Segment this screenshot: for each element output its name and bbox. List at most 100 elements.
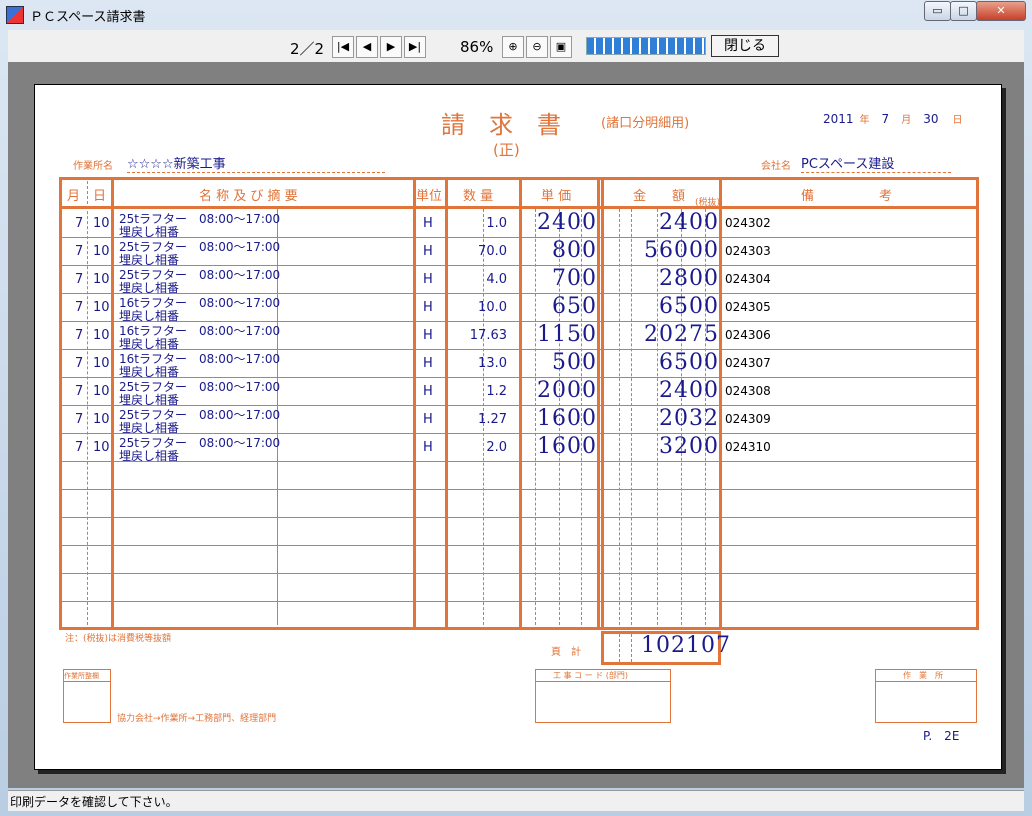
row-unit-price: 2000 — [537, 378, 597, 403]
row-day: 10 — [93, 412, 110, 427]
header-amount: 金 額 — [633, 189, 686, 204]
row-note: 024302 — [725, 216, 771, 230]
row-unit: H — [423, 440, 433, 455]
header-unit-price: 単 価 — [541, 189, 572, 204]
row-note: 024306 — [725, 328, 771, 342]
row-amount: 2400 — [659, 210, 719, 235]
row-unit: H — [423, 412, 433, 427]
company-name: PCスペース建設 — [801, 153, 951, 173]
first-page-button[interactable]: |◀ — [332, 36, 354, 58]
invoice-title-note: (諸口分明細用) — [601, 116, 690, 131]
status-text: 印刷データを確認して下さい。 — [10, 795, 178, 809]
row-note: 024307 — [725, 356, 771, 370]
header-unit: 単位 — [416, 189, 443, 204]
invoice-page: 請 求 書 (正) (諸口分明細用) 2011 年 7 月 30 日 作業所名 ☆☆☆☆新… — [34, 84, 1002, 770]
row-quantity: 10.0 — [478, 300, 507, 315]
row-amount: 6500 — [659, 350, 719, 375]
row-unit: H — [423, 384, 433, 399]
zoom-level: 86% — [460, 38, 494, 56]
row-unit: H — [423, 272, 433, 287]
row-day: 10 — [93, 272, 110, 287]
row-day: 10 — [93, 384, 110, 399]
footnote: 注：(税抜)は消費税等抜額 — [65, 634, 172, 644]
page-total-value: 102107 — [641, 633, 731, 658]
row-note: 024303 — [725, 244, 771, 258]
row-unit-price: 1600 — [537, 434, 597, 459]
window: ＰＣスペース請求書 ▭ □ ✕ 2／2 |◀ ◀ ▶ ▶| 86% ⊕ ⊖ ▣ … — [0, 0, 1032, 816]
row-unit-price: 1600 — [537, 406, 597, 431]
app-icon — [6, 6, 24, 24]
site-label: 作業所名 — [73, 161, 113, 172]
close-preview-button[interactable]: 閉じる — [711, 35, 779, 57]
row-unit: H — [423, 216, 433, 231]
header-month: 月 — [67, 189, 81, 204]
save-icon[interactable]: ▣ — [550, 36, 572, 58]
row-note: 024309 — [725, 412, 771, 426]
page-number: P. 2E — [923, 729, 960, 743]
row-day: 10 — [93, 300, 110, 315]
header-description: 名 称 及 び 摘 要 — [199, 189, 298, 204]
minimize-button[interactable]: ▭ — [924, 1, 951, 21]
row-day: 10 — [93, 244, 110, 259]
row-unit: H — [423, 300, 433, 315]
page-indicator: 2／2 — [290, 40, 325, 58]
title-bar: ＰＣスペース請求書 ▭ □ ✕ — [0, 0, 1032, 28]
row-quantity: 13.0 — [478, 356, 507, 371]
row-unit: H — [423, 356, 433, 371]
row-amount: 20275 — [644, 322, 719, 347]
row-quantity: 1.0 — [486, 216, 507, 231]
row-amount: 2800 — [659, 266, 719, 291]
row-desc-line2: 埋戻し相番 — [119, 449, 180, 463]
stamp-label: 作業所整欄 — [64, 672, 99, 680]
header-day: 日 — [93, 189, 107, 204]
row-unit-price: 500 — [552, 350, 597, 375]
toolbar: 2／2 |◀ ◀ ▶ ▶| 86% ⊕ ⊖ ▣ 閉じる — [8, 30, 1024, 62]
row-note: 024308 — [725, 384, 771, 398]
row-unit: H — [423, 328, 433, 343]
invoice-title: 請 求 書 — [441, 111, 561, 139]
header-tax-excluded: (税抜) — [695, 198, 721, 208]
row-month: 7 — [75, 300, 84, 315]
last-page-button[interactable]: ▶| — [404, 36, 426, 58]
zoom-out-icon[interactable]: ⊖ — [526, 36, 548, 58]
maximize-button[interactable]: □ — [950, 1, 977, 21]
row-unit: H — [423, 244, 433, 259]
progress-bar — [586, 37, 706, 55]
row-month: 7 — [75, 356, 84, 371]
row-month: 7 — [75, 272, 84, 287]
row-note: 024305 — [725, 300, 771, 314]
window-title: ＰＣスペース請求書 — [30, 10, 146, 25]
row-amount: 3200 — [659, 434, 719, 459]
office-label: 作 業 所 — [903, 671, 943, 680]
row-quantity: 2.0 — [486, 440, 507, 455]
row-quantity: 4.0 — [486, 272, 507, 287]
status-bar: 印刷データを確認して下さい。 — [8, 790, 1024, 811]
header-quantity: 数 量 — [463, 189, 494, 204]
row-amount: 2032 — [659, 406, 719, 431]
row-unit-price: 650 — [552, 294, 597, 319]
construction-code-label: 工 事 コ ー ド (部門) — [553, 671, 628, 680]
prev-page-button[interactable]: ◀ — [356, 36, 378, 58]
invoice-date: 2011 年 7 月 30 日 — [823, 112, 963, 126]
header-notes: 備 考 — [801, 189, 893, 204]
row-unit-price: 700 — [552, 266, 597, 291]
row-month: 7 — [75, 384, 84, 399]
row-unit-price: 2400 — [537, 210, 597, 235]
row-quantity: 17.63 — [469, 328, 507, 343]
print-preview-area[interactable]: 請 求 書 (正) (諸口分明細用) 2011 年 7 月 30 日 作業所名 ☆☆☆☆新… — [8, 62, 1024, 788]
row-quantity: 1.2 — [486, 384, 507, 399]
row-month: 7 — [75, 328, 84, 343]
row-day: 10 — [93, 356, 110, 371]
row-unit-price: 800 — [552, 238, 597, 263]
next-page-button[interactable]: ▶ — [380, 36, 402, 58]
row-note: 024304 — [725, 272, 771, 286]
window-close-button[interactable]: ✕ — [976, 1, 1026, 21]
row-unit-price: 1150 — [537, 322, 597, 347]
row-quantity: 70.0 — [478, 244, 507, 259]
company-label: 会社名 — [761, 161, 791, 172]
row-day: 10 — [93, 440, 110, 455]
zoom-in-icon[interactable]: ⊕ — [502, 36, 524, 58]
row-month: 7 — [75, 412, 84, 427]
approval-route: 協力会社→作業所→工務部門、経理部門 — [117, 714, 277, 724]
invoice-kind: (正) — [493, 141, 520, 159]
